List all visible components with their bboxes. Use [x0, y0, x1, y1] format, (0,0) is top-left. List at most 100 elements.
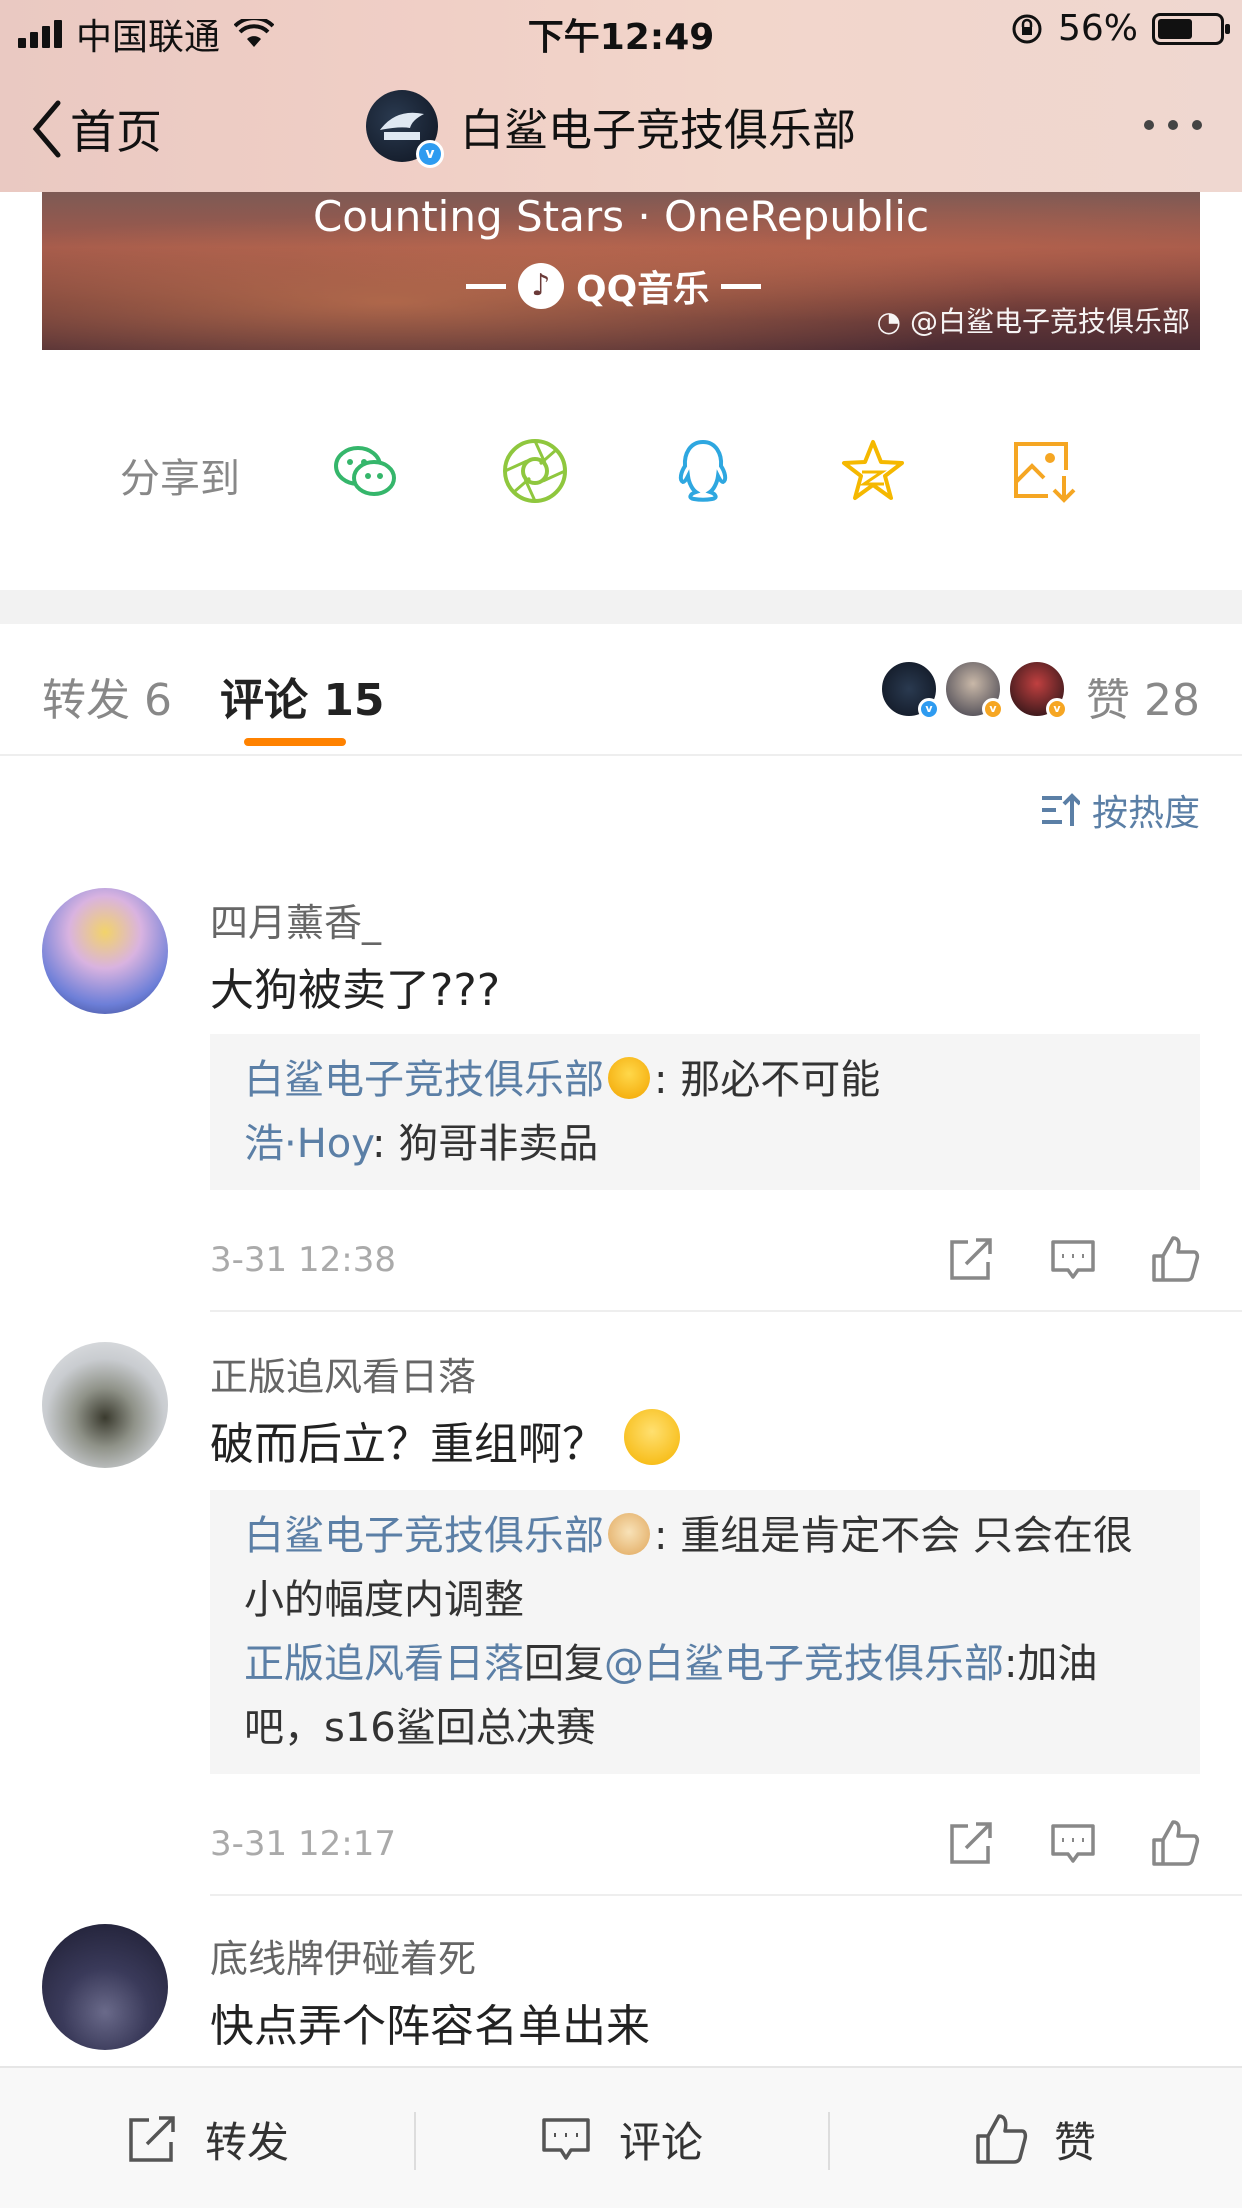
comment-actions	[946, 1234, 1200, 1284]
back-button[interactable]: 首页	[30, 96, 162, 162]
doge-emoji-icon	[608, 1513, 650, 1555]
reply-mention[interactable]: @白鲨电子竞技俱乐部	[604, 1641, 1004, 1687]
laugh-cry-emoji-icon	[608, 1057, 650, 1099]
thumbs-up-icon	[976, 2114, 1028, 2164]
comment-actions	[946, 1818, 1200, 1868]
reply-item: 白鲨电子竞技俱乐部: 重组是肯定不会 只会在很小的幅度内调整	[244, 1504, 1166, 1632]
comment-label: 评论	[618, 2117, 703, 2167]
page-title: 白鲨电子竞技俱乐部	[460, 105, 856, 156]
rotation-lock-icon	[1012, 14, 1042, 43]
share-icon[interactable]	[946, 1234, 996, 1284]
sort-button[interactable]: 按热度	[1040, 784, 1200, 836]
verified-badge-icon: v	[918, 698, 940, 720]
nav-profile[interactable]: v 白鲨电子竞技俱乐部	[366, 90, 856, 168]
comment-username[interactable]: 正版追风看日落	[210, 1346, 476, 1401]
comment-time: 3-31 12:38	[210, 1240, 396, 1280]
comment-divider	[210, 1894, 1242, 1896]
section-divider	[0, 590, 1242, 624]
comment-item: 正版追风看日落 破而后立？重组啊？ 白鲨电子竞技俱乐部: 重组是肯定不会 只会在…	[0, 1340, 1242, 1896]
more-dot-icon	[1144, 120, 1154, 130]
avatar[interactable]	[42, 1924, 168, 2050]
avatar: v	[1008, 660, 1068, 720]
reply-username[interactable]: 正版追风看日落	[244, 1641, 524, 1687]
back-label: 首页	[70, 105, 162, 159]
club-avatar: v	[366, 90, 444, 168]
qq-music-badge: ♪ QQ音乐	[466, 260, 762, 312]
reply-box[interactable]: 白鲨电子竞技俱乐部: 重组是肯定不会 只会在很小的幅度内调整 正版追风看日落回复…	[210, 1490, 1200, 1774]
avatar[interactable]	[42, 888, 168, 1014]
weibo-icon: ◔	[876, 305, 902, 338]
reply-mid: 回复	[524, 1641, 604, 1687]
reply-item: 正版追风看日落回复@白鲨电子竞技俱乐部:加油吧，s16鲨回总决赛	[244, 1632, 1166, 1760]
like-label: 赞	[1053, 2117, 1096, 2167]
sort-icon	[1041, 793, 1080, 826]
wechat-icon[interactable]	[330, 436, 400, 506]
reply-item: 浩·Hoy: 狗哥非卖品	[244, 1112, 1166, 1176]
watermark-text: @白鲨电子竞技俱乐部	[909, 305, 1190, 338]
like-icon[interactable]	[1150, 1234, 1200, 1284]
header: 中国联通 下午12:49 56% 首页 v 白鲨电子竞技俱乐部	[0, 0, 1242, 192]
watermark: ◔ @白鲨电子竞技俱乐部	[877, 300, 1190, 340]
comment-username[interactable]: 底线牌伊碰着死	[210, 1928, 476, 1983]
battery-icon	[1152, 12, 1230, 45]
moments-icon[interactable]	[500, 436, 570, 506]
qq-music-icon: ♪	[518, 263, 564, 309]
active-tab-indicator	[244, 738, 346, 746]
reply-text: : 狗哥非卖品	[372, 1121, 599, 1167]
comment-item: 四月薰香_ 大狗被卖了??? 白鲨电子竞技俱乐部 : 那必不可能 浩·Hoy: 狗…	[0, 886, 1242, 1312]
nav-bar: 首页 v 白鲨电子竞技俱乐部	[0, 62, 1242, 192]
more-button[interactable]	[1144, 120, 1202, 130]
tab-like[interactable]: 赞 28	[1086, 664, 1200, 728]
avatar: v	[880, 660, 940, 720]
tab-comment[interactable]: 评论 15	[220, 664, 385, 728]
interaction-tabs: 转发 6 评论 15 v v v 赞 28	[0, 624, 1242, 756]
share-row: 分享到	[0, 350, 1242, 590]
reply-item: 白鲨电子竞技俱乐部 : 那必不可能	[244, 1048, 1166, 1112]
reply-box[interactable]: 白鲨电子竞技俱乐部 : 那必不可能 浩·Hoy: 狗哥非卖品	[210, 1034, 1200, 1190]
liker-avatars[interactable]: v v v	[880, 660, 1068, 720]
reply-text: : 那必不可能	[654, 1057, 881, 1103]
share-icon[interactable]	[946, 1818, 996, 1868]
comment-item: 底线牌伊碰着死 快点弄个阵容名单出来	[0, 1922, 1242, 2066]
reply-username[interactable]: 白鲨电子竞技俱乐部	[244, 1513, 604, 1559]
music-app-label: QQ音乐	[576, 269, 710, 310]
verified-badge-icon: v	[416, 140, 444, 168]
more-dot-icon	[1168, 120, 1178, 130]
song-title: Counting Stars · OneRepublic	[312, 192, 930, 241]
reply-username[interactable]: 浩·Hoy	[244, 1121, 372, 1167]
comment-divider	[210, 1310, 1242, 1312]
avatar: v	[944, 660, 1004, 720]
bottom-toolbar: 转发 评论 赞	[0, 2066, 1242, 2208]
comment-text: 破而后立？重组啊？	[210, 1408, 684, 1472]
like-button[interactable]: 赞	[828, 2068, 1242, 2210]
qq-icon[interactable]	[668, 436, 738, 506]
chevron-left-icon	[32, 100, 61, 158]
tab-repost[interactable]: 转发 6	[42, 664, 172, 728]
avatar[interactable]	[42, 1342, 168, 1468]
reply-username[interactable]: 白鲨电子竞技俱乐部	[244, 1057, 604, 1103]
comment-username[interactable]: 四月薰香_	[210, 892, 381, 947]
more-dot-icon	[1192, 120, 1202, 130]
repost-label: 转发	[204, 2117, 289, 2167]
verified-badge-icon: v	[982, 698, 1004, 720]
comment-button[interactable]: 评论	[414, 2068, 828, 2210]
reply-icon[interactable]	[1048, 1818, 1098, 1868]
share-label: 分享到	[120, 456, 240, 502]
battery-percent: 56%	[1057, 8, 1138, 49]
comment-time: 3-31 12:17	[210, 1824, 396, 1864]
reply-icon[interactable]	[1048, 1234, 1098, 1284]
like-icon[interactable]	[1150, 1818, 1200, 1868]
sweat-emoji-icon	[624, 1409, 680, 1465]
sort-label: 按热度	[1091, 793, 1200, 834]
qzone-icon[interactable]	[838, 436, 908, 506]
comment-text: 快点弄个阵容名单出来	[210, 2001, 650, 2052]
verified-badge-icon: v	[1046, 698, 1068, 720]
repost-button[interactable]: 转发	[0, 2068, 414, 2210]
save-image-icon[interactable]	[1008, 436, 1078, 506]
comment-icon	[542, 2118, 590, 2160]
repost-icon	[129, 2116, 175, 2162]
comment-text: 大狗被卖了???	[210, 965, 501, 1016]
status-bar: 中国联通 下午12:49 56%	[0, 0, 1242, 62]
comment-text-content: 破而后立？重组啊？	[210, 1419, 606, 1470]
post-image[interactable]: Counting Stars · OneRepublic ♪ QQ音乐 ◔ @白…	[42, 192, 1200, 350]
